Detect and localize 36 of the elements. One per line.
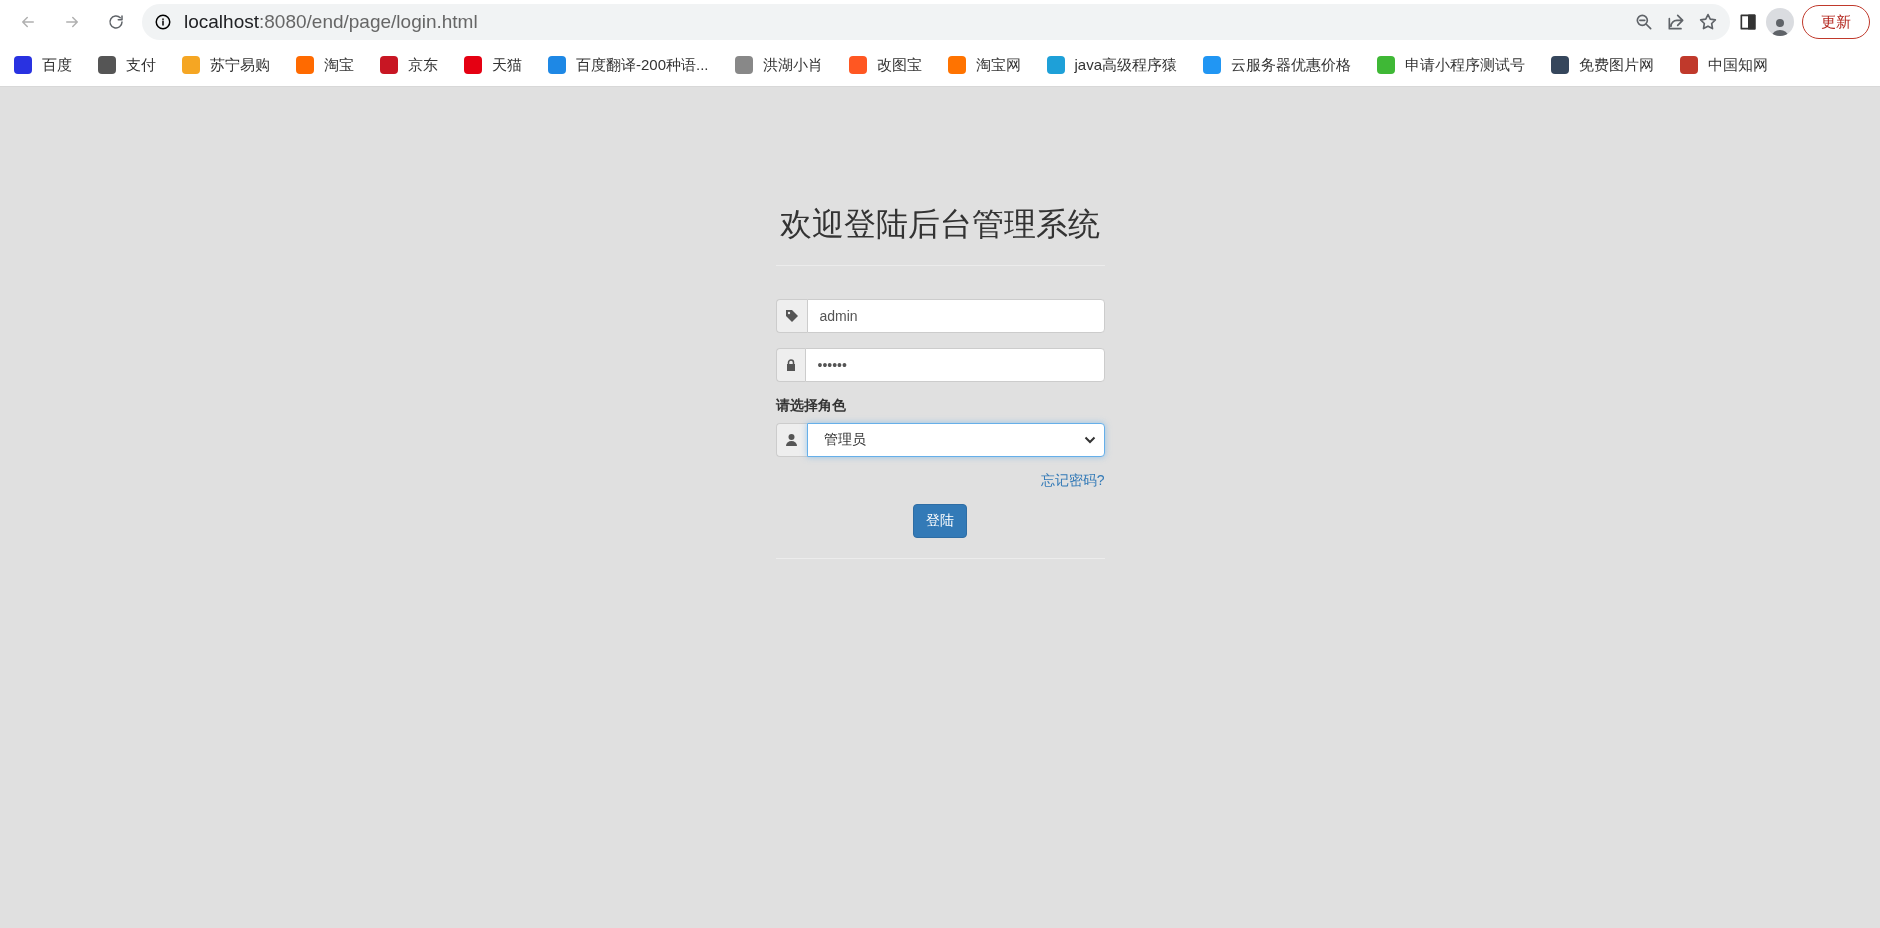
bookmark-item[interactable]: 支付 — [98, 55, 156, 75]
profile-avatar[interactable] — [1766, 8, 1794, 36]
bookmark-item[interactable]: 免费图片网 — [1551, 55, 1655, 75]
bookmark-item[interactable]: 淘宝网 — [947, 55, 1021, 75]
tag-icon — [785, 310, 798, 323]
side-panel-icon — [1738, 12, 1758, 32]
login-button[interactable]: 登陆 — [913, 504, 967, 539]
bookmark-item[interactable]: 洪湖小肖 — [734, 55, 823, 75]
user-icon — [786, 434, 797, 447]
role-label: 请选择角色 — [775, 397, 846, 416]
role-select[interactable]: 管理员 — [806, 423, 1105, 458]
update-button[interactable]: 更新 — [1802, 5, 1870, 39]
info-icon — [154, 13, 172, 31]
url-text: localhost:8080/end/page/login.html — [184, 11, 478, 33]
reload-icon — [107, 13, 125, 31]
password-field[interactable]: •••••• — [804, 348, 1105, 383]
bookmark-item[interactable]: 淘宝 — [296, 55, 354, 75]
address-bar[interactable]: localhost:8080/end/page/login.html — [142, 4, 1730, 40]
bookmark-item[interactable]: 苏宁易购 — [182, 55, 270, 75]
chevron-down-icon — [1083, 436, 1096, 445]
share-icon — [1666, 12, 1686, 32]
bookmark-item[interactable]: java高级程序猿 — [1046, 55, 1178, 75]
bookmark-item[interactable]: 天猫 — [464, 55, 522, 75]
bookmark-item[interactable]: 改图宝 — [848, 55, 922, 75]
bookmark-item[interactable]: 百度翻译-200种语... — [548, 55, 709, 75]
bookmark-item[interactable]: 百度 — [14, 55, 72, 75]
bookmark-item[interactable]: 中国知网 — [1680, 55, 1769, 75]
username-field[interactable]: admin — [806, 299, 1105, 334]
lock-icon — [785, 359, 796, 372]
bookmark-item[interactable]: 云服务器优惠价格 — [1203, 55, 1352, 75]
star-icon — [1698, 12, 1718, 32]
zoom-out-icon — [1634, 12, 1654, 32]
bookmark-item[interactable]: 京东 — [380, 55, 438, 75]
forgot-password-link[interactable]: 忘记密码? — [1040, 472, 1105, 491]
page-title: 欢迎登陆后台管理系统 — [779, 205, 1101, 244]
bookmark-item[interactable]: 申请小程序测试号 — [1377, 55, 1526, 75]
